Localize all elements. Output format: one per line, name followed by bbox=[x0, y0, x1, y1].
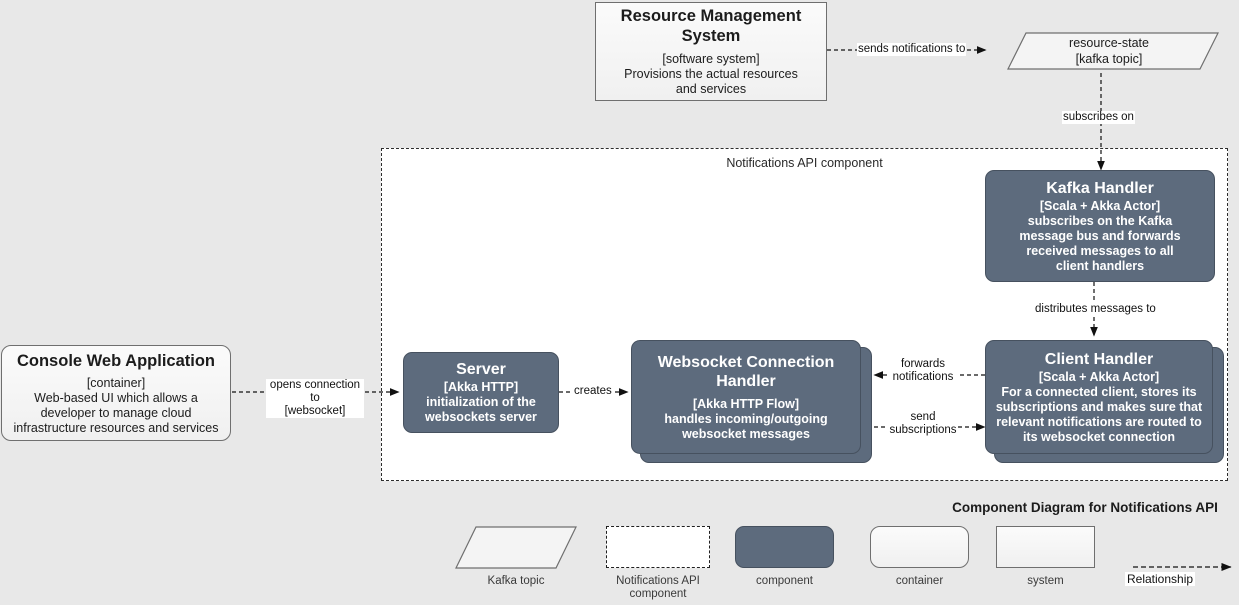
legend-label-notifications-api-component: Notifications API component bbox=[616, 575, 700, 600]
node-kafka-handler[interactable]: Kafka Handler [Scala + Akka Actor] subsc… bbox=[985, 170, 1215, 282]
node-kafka-topic[interactable]: resource-state [kafka topic] bbox=[1010, 33, 1208, 69]
legend-component-swatch bbox=[735, 526, 834, 568]
websocket-handler-meta: [Akka HTTP Flow] bbox=[692, 396, 800, 411]
node-resource-management-system[interactable]: Resource Management System [software sys… bbox=[595, 2, 827, 101]
legend-kafka-topic-swatch bbox=[456, 526, 576, 568]
node-client-handler[interactable]: Client Handler [Scala + Akka Actor] For … bbox=[985, 340, 1213, 454]
legend-system-swatch bbox=[996, 526, 1095, 568]
edge-label-distributes-messages-to: distributes messages to bbox=[1034, 303, 1157, 316]
server-meta: [Akka HTTP] bbox=[443, 380, 519, 394]
console-desc: Web-based UI which allows a developer to… bbox=[13, 390, 219, 435]
legend-container-swatch bbox=[870, 526, 969, 568]
node-console-web-application[interactable]: Console Web Application [container] Web-… bbox=[1, 345, 231, 441]
rms-title: Resource Management System bbox=[620, 7, 802, 45]
client-handler-title: Client Handler bbox=[1044, 350, 1154, 368]
edge-label-forwards-notifications: forwards notifications bbox=[888, 358, 958, 384]
server-desc: initialization of the websockets server bbox=[425, 395, 537, 424]
console-meta: [container] bbox=[86, 375, 146, 390]
edge-label-sends-notifications-to: sends notifications to bbox=[857, 43, 967, 56]
kafka-handler-desc: subscribes on the Kafka message bus and … bbox=[1019, 213, 1181, 273]
edge-label-subscribes-on: subscribes on bbox=[1062, 111, 1135, 124]
edge-label-creates: creates bbox=[573, 385, 613, 398]
node-websocket-connection-handler[interactable]: Websocket Connection Handler [Akka HTTP … bbox=[631, 340, 861, 454]
edge-label-opens-connection-to: opens connection to [websocket] bbox=[266, 379, 364, 418]
node-server[interactable]: Server [Akka HTTP] initialization of the… bbox=[403, 352, 559, 433]
boundary-label: Notifications API component bbox=[726, 156, 883, 170]
legend-label-component: component bbox=[756, 575, 813, 587]
client-handler-meta: [Scala + Akka Actor] bbox=[1038, 369, 1160, 384]
rms-desc: Provisions the actual resources and serv… bbox=[624, 67, 798, 96]
legend-label-kafka-topic: Kafka topic bbox=[487, 575, 545, 587]
legend-notifications-api-swatch bbox=[606, 526, 710, 568]
server-title: Server bbox=[456, 361, 506, 378]
websocket-handler-desc: handles incoming/outgoing websocket mess… bbox=[664, 411, 828, 441]
kafka-handler-title: Kafka Handler bbox=[1046, 179, 1154, 197]
console-title: Console Web Application bbox=[16, 351, 215, 370]
kafka-handler-meta: [Scala + Akka Actor] bbox=[1039, 198, 1161, 213]
legend-label-relationship: Relationship bbox=[1125, 572, 1196, 586]
websocket-handler-title: Websocket Connection Handler bbox=[657, 353, 835, 390]
legend-label-container: container bbox=[895, 575, 944, 587]
diagram-canvas: Notifications API component Resource Man… bbox=[0, 0, 1239, 605]
edge-label-send-subscriptions: send subscriptions bbox=[888, 411, 958, 437]
client-handler-desc: For a connected client, stores its subsc… bbox=[995, 384, 1203, 444]
diagram-title: Component Diagram for Notifications API bbox=[952, 500, 1218, 515]
kafka-topic-title: resource-state bbox=[1069, 36, 1149, 50]
legend-label-system: system bbox=[1027, 575, 1064, 587]
kafka-topic-meta: [kafka topic] bbox=[1075, 52, 1143, 66]
rms-meta: [software system] bbox=[662, 52, 760, 66]
